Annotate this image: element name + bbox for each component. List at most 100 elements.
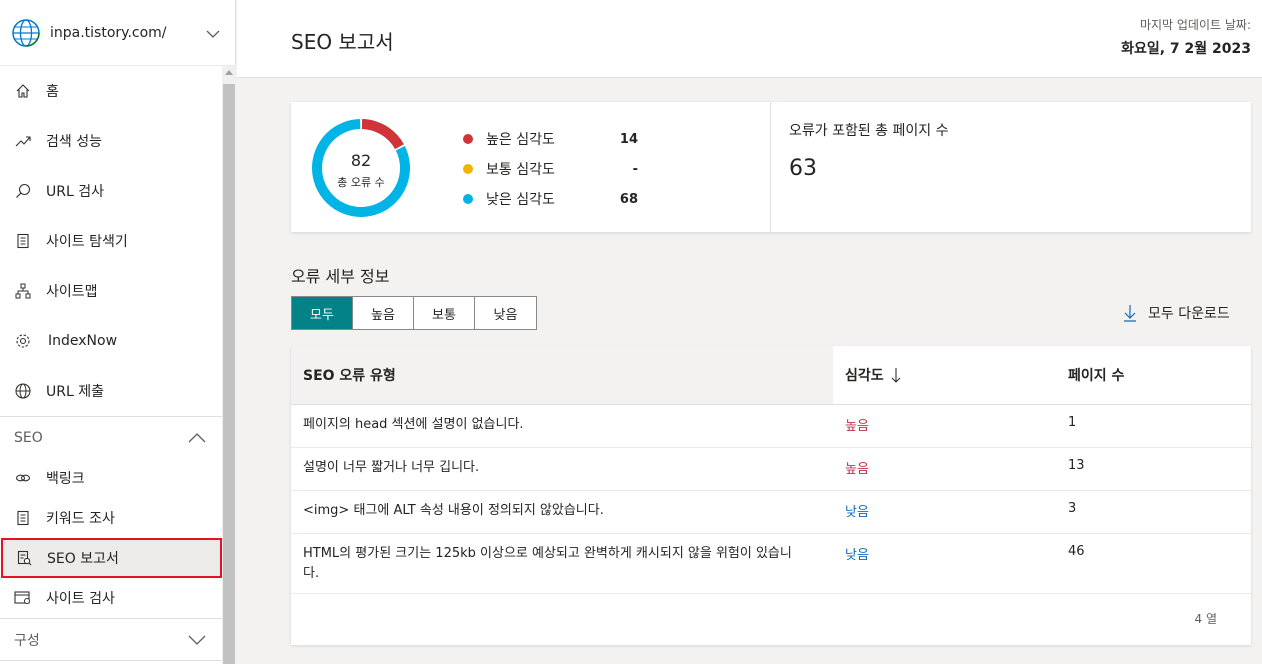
section-seo[interactable]: SEO — [0, 416, 222, 458]
nav-label: 검색 성능 — [46, 134, 102, 150]
nav-label: 사이트 검사 — [46, 591, 115, 607]
legend-value: - — [632, 161, 638, 177]
nav-label: 사이트맵 — [46, 284, 98, 300]
last-updated-label: 마지막 업데이트 날짜: — [1139, 18, 1251, 32]
site-selector[interactable]: inpa.tistory.com/ — [0, 0, 236, 66]
sidebar-scrollbar[interactable] — [222, 66, 236, 664]
error-breakdown: 82 총 오류 수 높은 심각도 14 보통 심각도 - 낮은 심각도 68 — [291, 102, 771, 232]
sitemap-icon — [14, 282, 32, 300]
page-header: SEO 보고서 마지막 업데이트 날짜: 화요일, 7 2월 2023 — [237, 0, 1262, 78]
cell-pages: 3 — [1068, 501, 1077, 516]
nav-label: SEO 보고서 — [47, 551, 119, 567]
nav-label: 백링크 — [46, 471, 85, 487]
sidebar: inpa.tistory.com/ 홈 검색 성능 URL 검사 사이트 탐색기… — [0, 0, 236, 664]
nav-item-site-scan[interactable]: 사이트 검사 — [0, 578, 222, 618]
column-header-pages[interactable]: 페이지 수 — [1058, 346, 1251, 404]
table-row[interactable]: HTML의 평가된 크기는 125kb 이상으로 예상되고 완벽하게 캐시되지 … — [291, 534, 1251, 594]
cell-severity: 높음 — [845, 462, 869, 477]
page-title: SEO 보고서 — [291, 30, 394, 54]
column-header-severity[interactable]: 심각도 — [833, 346, 1058, 404]
column-header-severity-label: 심각도 — [845, 368, 884, 384]
section-seo-label: SEO — [14, 429, 43, 446]
total-errors-value: 82 — [350, 151, 372, 170]
nav-item-indexnow[interactable]: IndexNow — [0, 316, 222, 366]
legend-item-high: 높은 심각도 14 — [463, 124, 638, 154]
summary-card: 82 총 오류 수 높은 심각도 14 보통 심각도 - 낮은 심각도 68 오… — [291, 102, 1251, 232]
error-details-title: 오류 세부 정보 — [291, 267, 390, 286]
nav-label: IndexNow — [48, 333, 118, 349]
column-header-error-type[interactable]: SEO 오류 유형 — [291, 346, 833, 404]
chevron-down-icon — [188, 635, 206, 645]
table-row[interactable]: 설명이 너무 짧거나 너무 깁니다. 높음 13 — [291, 448, 1251, 491]
medium-severity-dot — [463, 164, 473, 174]
tab-all[interactable]: 모두 — [292, 297, 353, 329]
cell-pages: 1 — [1068, 415, 1077, 430]
sort-descending-icon — [891, 368, 901, 383]
row-count: 4 열 — [1194, 612, 1218, 626]
section-config[interactable]: 구성 — [0, 618, 222, 660]
section-config-label: 구성 — [14, 632, 40, 649]
chevron-up-icon — [188, 432, 206, 442]
seo-errors-table: SEO 오류 유형 심각도 페이지 수 페이지의 head 섹션에 설명이 없습… — [291, 346, 1251, 645]
globe-icon — [14, 382, 32, 400]
cell-error-type: 페이지의 head 섹션에 설명이 없습니다. — [303, 417, 524, 432]
cell-error-type: HTML의 평가된 크기는 125kb 이상으로 예상되고 완벽하게 캐시되지 … — [303, 546, 792, 581]
divider — [0, 660, 222, 661]
nav-label: URL 검사 — [46, 184, 104, 200]
document-icon — [14, 232, 32, 250]
tab-low[interactable]: 낮음 — [475, 297, 536, 329]
nav-label: URL 제출 — [46, 384, 104, 400]
cell-severity: 낮음 — [845, 548, 869, 563]
severity-filter-tabs: 모두 높음 보통 낮음 — [291, 296, 537, 330]
legend-label: 높은 심각도 — [486, 132, 555, 148]
nav-item-sitemap[interactable]: 사이트맵 — [0, 266, 222, 316]
nav-label: 사이트 탐색기 — [46, 234, 128, 250]
link-icon — [14, 469, 32, 487]
legend-item-low: 낮은 심각도 68 — [463, 184, 638, 214]
cell-error-type: <img> 태그에 ALT 속성 내용이 정의되지 않았습니다. — [303, 503, 604, 518]
table-row[interactable]: 페이지의 head 섹션에 설명이 없습니다. 높음 1 — [291, 405, 1251, 448]
table-row[interactable]: <img> 태그에 ALT 속성 내용이 정의되지 않았습니다. 낮음 3 — [291, 491, 1251, 534]
download-icon — [1124, 305, 1136, 322]
site-url: inpa.tistory.com/ — [50, 24, 167, 41]
scroll-up-arrow-icon[interactable] — [225, 70, 233, 75]
report-icon — [15, 549, 33, 567]
download-all-label: 모두 다운로드 — [1148, 306, 1230, 322]
nav-item-site-explorer[interactable]: 사이트 탐색기 — [0, 216, 222, 266]
last-updated-date: 화요일, 7 2월 2023 — [1121, 41, 1251, 57]
tab-high[interactable]: 높음 — [353, 297, 414, 329]
nav-item-search-performance[interactable]: 검색 성능 — [0, 116, 222, 166]
scroll-thumb[interactable] — [223, 84, 235, 664]
site-scan-icon — [14, 589, 32, 607]
download-all-button[interactable]: 모두 다운로드 — [1122, 303, 1230, 323]
legend-label: 보통 심각도 — [486, 162, 555, 178]
nav-item-seo-report[interactable]: SEO 보고서 — [1, 538, 222, 578]
table-header: SEO 오류 유형 심각도 페이지 수 — [291, 346, 1251, 405]
severity-legend: 높은 심각도 14 보통 심각도 - 낮은 심각도 68 — [463, 124, 638, 214]
trend-icon — [14, 132, 32, 150]
legend-label: 낮은 심각도 — [486, 192, 555, 208]
nav-list: 홈 검색 성능 URL 검사 사이트 탐색기 사이트맵 IndexNow URL… — [0, 66, 222, 664]
chevron-down-icon[interactable] — [205, 26, 221, 42]
cell-pages: 13 — [1068, 458, 1085, 473]
pages-with-errors-label: 오류가 포함된 총 페이지 수 — [789, 123, 949, 139]
legend-value: 14 — [619, 131, 638, 147]
cell-pages: 46 — [1068, 544, 1085, 559]
high-severity-dot — [463, 134, 473, 144]
pages-with-errors: 오류가 포함된 총 페이지 수 63 — [771, 102, 1251, 232]
nav-item-home[interactable]: 홈 — [0, 66, 222, 116]
legend-value: 68 — [619, 191, 638, 207]
gear-icon — [14, 332, 32, 350]
search-icon — [14, 182, 32, 200]
nav-item-url-inspection[interactable]: URL 검사 — [0, 166, 222, 216]
nav-item-keyword-research[interactable]: 키워드 조사 — [0, 498, 222, 538]
cell-error-type: 설명이 너무 짧거나 너무 깁니다. — [303, 460, 480, 475]
total-errors-label: 총 오류 수 — [337, 176, 385, 189]
nav-item-url-submission[interactable]: URL 제출 — [0, 366, 222, 416]
low-severity-dot — [463, 194, 473, 204]
nav-item-backlinks[interactable]: 백링크 — [0, 458, 222, 498]
globe-icon — [12, 18, 40, 47]
legend-item-medium: 보통 심각도 - — [463, 154, 638, 184]
tab-medium[interactable]: 보통 — [414, 297, 475, 329]
nav-label: 홈 — [46, 84, 59, 100]
